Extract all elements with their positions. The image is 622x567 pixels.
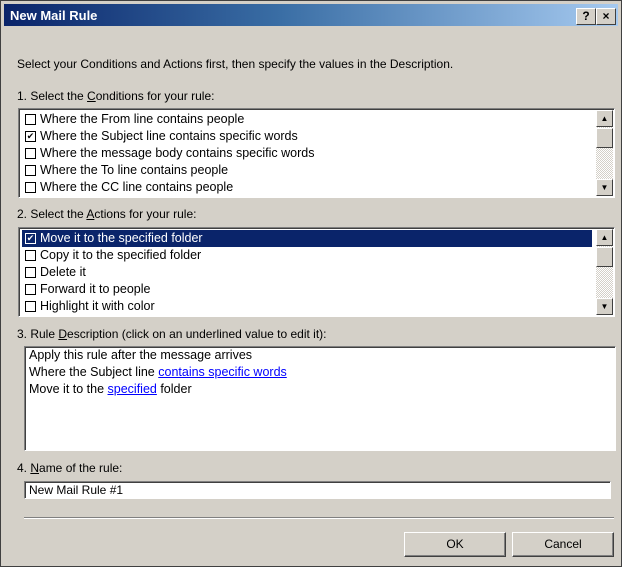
title-bar[interactable]: New Mail Rule ? × bbox=[4, 4, 618, 26]
condition-item[interactable]: Where the message body contains specific… bbox=[22, 145, 592, 162]
conditions-items: Where the From line contains people ✔ Whe… bbox=[22, 111, 592, 196]
description-line: Apply this rule after the message arrive… bbox=[29, 348, 253, 362]
action-item[interactable]: Forward it to people bbox=[22, 281, 592, 298]
checkbox[interactable] bbox=[25, 114, 36, 125]
description-label: 3. Rule Description (click on an underli… bbox=[17, 327, 327, 341]
action-item[interactable]: Highlight it with color bbox=[22, 298, 592, 315]
conditions-list[interactable]: Where the From line contains people ✔ Whe… bbox=[18, 108, 615, 198]
scroll-thumb[interactable] bbox=[596, 128, 613, 148]
actions-list[interactable]: ✔ Move it to the specified folder Copy it… bbox=[18, 227, 615, 317]
description-line: Move it to the specified folder bbox=[29, 382, 192, 396]
action-item[interactable]: ✔ Move it to the specified folder bbox=[22, 230, 592, 247]
condition-item[interactable]: Where the From line contains people bbox=[22, 111, 592, 128]
help-button[interactable]: ? bbox=[576, 8, 596, 25]
scroll-up-icon[interactable]: ▲ bbox=[596, 110, 613, 127]
actions-items: ✔ Move it to the specified folder Copy it… bbox=[22, 230, 592, 315]
scroll-up-icon[interactable]: ▲ bbox=[596, 229, 613, 246]
checkbox[interactable] bbox=[25, 165, 36, 176]
window-title: New Mail Rule bbox=[10, 8, 98, 23]
scroll-down-icon[interactable]: ▼ bbox=[596, 179, 613, 196]
description-line: Where the Subject line contains specific… bbox=[29, 365, 287, 379]
new-mail-rule-dialog: New Mail Rule ? × Select your Conditions… bbox=[0, 0, 622, 567]
instructions-text: Select your Conditions and Actions first… bbox=[17, 57, 454, 71]
rule-name-input[interactable] bbox=[24, 481, 611, 499]
condition-item[interactable]: Where the To line contains people bbox=[22, 162, 592, 179]
checkbox[interactable]: ✔ bbox=[25, 131, 36, 142]
separator bbox=[24, 517, 614, 519]
cancel-button[interactable]: Cancel bbox=[512, 532, 614, 557]
contains-specific-words-link[interactable]: contains specific words bbox=[158, 365, 287, 379]
actions-scrollbar[interactable]: ▲ ▼ bbox=[596, 229, 613, 315]
checkbox[interactable] bbox=[25, 250, 36, 261]
checkbox[interactable]: ✔ bbox=[25, 233, 36, 244]
checkbox[interactable] bbox=[25, 284, 36, 295]
checkbox[interactable] bbox=[25, 267, 36, 278]
conditions-label: 1. Select the Conditions for your rule: bbox=[17, 89, 215, 103]
condition-item[interactable]: ✔ Where the Subject line contains specifi… bbox=[22, 128, 592, 145]
conditions-scrollbar[interactable]: ▲ ▼ bbox=[596, 110, 613, 196]
close-button[interactable]: × bbox=[596, 8, 616, 25]
checkbox[interactable] bbox=[25, 301, 36, 312]
checkbox[interactable] bbox=[25, 182, 36, 193]
action-item[interactable]: Delete it bbox=[22, 264, 592, 281]
actions-label: 2. Select the Actions for your rule: bbox=[17, 207, 197, 221]
scroll-down-icon[interactable]: ▼ bbox=[596, 298, 613, 315]
scroll-thumb[interactable] bbox=[596, 247, 613, 267]
rule-description-box: Apply this rule after the message arrive… bbox=[24, 346, 616, 451]
condition-item[interactable]: Where the CC line contains people bbox=[22, 179, 592, 196]
rule-name-label: 4. Name of the rule: bbox=[17, 461, 123, 475]
checkbox[interactable] bbox=[25, 148, 36, 159]
specified-folder-link[interactable]: specified bbox=[108, 382, 157, 396]
action-item[interactable]: Copy it to the specified folder bbox=[22, 247, 592, 264]
ok-button[interactable]: OK bbox=[404, 532, 506, 557]
